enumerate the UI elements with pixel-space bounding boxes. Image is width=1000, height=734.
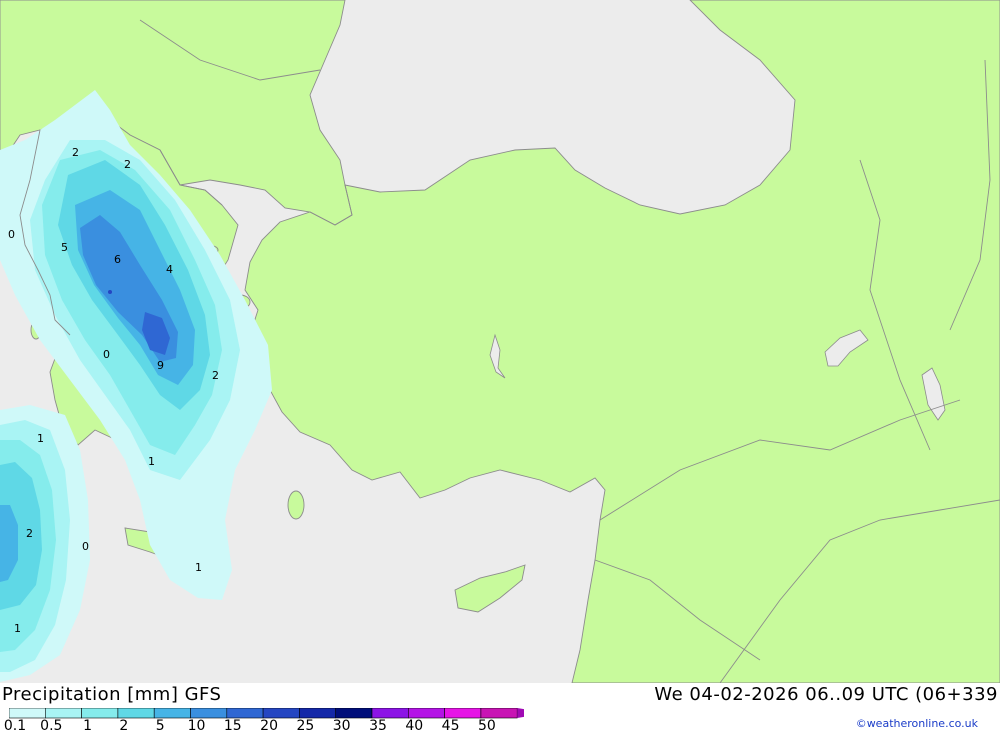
contour-label: 1 [148, 455, 155, 468]
legend-swatch [335, 708, 373, 719]
land-rhodes [287, 490, 305, 520]
contour-label: 2 [212, 369, 219, 382]
legend-swatch [299, 708, 336, 719]
contour-label: 5 [61, 241, 68, 254]
contour-label: 1 [14, 622, 21, 635]
contour-label: 4 [166, 263, 173, 276]
legend-label: 50 [477, 718, 496, 734]
contour-label: 0 [8, 228, 15, 241]
legend-swatch [444, 708, 482, 719]
legend-label: 2 [119, 718, 129, 734]
legend-swatch [371, 708, 409, 719]
legend-label: 5 [155, 718, 165, 734]
legend-label: 25 [296, 718, 315, 734]
legend-label: 10 [187, 718, 206, 734]
legend-swatch [44, 708, 82, 719]
legend-label: 15 [223, 718, 242, 734]
contour-label: 1 [37, 432, 44, 445]
legend-label: 45 [441, 718, 460, 734]
legend-swatch [407, 708, 445, 719]
legend-label: 30 [332, 718, 351, 734]
contour-label: 0 [103, 348, 110, 361]
legend-swatch [81, 708, 119, 719]
footer-bar: Precipitation [mm] GFS We 04-02-2026 06.… [0, 683, 1000, 734]
contour-label: 2 [26, 527, 33, 540]
map-canvas: 2 2 0 5 6 4 0 9 2 1 1 2 0 1 1 [0, 0, 1000, 684]
contour-label: 2 [72, 146, 79, 159]
legend-swatch [262, 708, 300, 719]
forecast-datetime: We 04-02-2026 06..09 UTC (06+339 [654, 684, 998, 705]
contour-label: 0 [82, 540, 89, 553]
legend-swatch [117, 708, 155, 719]
max-marker-icon [108, 290, 112, 294]
legend-label: 20 [260, 718, 279, 734]
legend-label: 1 [83, 718, 93, 734]
legend-swatch [153, 708, 191, 719]
contour-label: 2 [124, 158, 131, 171]
legend-swatch [480, 708, 518, 719]
legend-swatch [9, 708, 46, 719]
legend-swatch [190, 708, 228, 719]
contour-label: 9 [157, 359, 164, 372]
map-title: Precipitation [mm] GFS [2, 684, 222, 705]
legend-swatch [226, 708, 264, 719]
contour-label: 1 [195, 561, 202, 574]
credit-link[interactable]: ©weatheronline.co.uk [856, 717, 978, 730]
legend-label: 35 [369, 718, 387, 734]
legend-label: 0.5 [40, 718, 63, 734]
legend-overflow-arrow-icon [517, 708, 524, 718]
precipitation-map[interactable]: 2 2 0 5 6 4 0 9 2 1 1 2 0 1 1 [0, 0, 1000, 684]
legend-label: 0.1 [3, 718, 27, 734]
legend-label: 40 [405, 718, 424, 734]
contour-label: 6 [114, 253, 121, 266]
